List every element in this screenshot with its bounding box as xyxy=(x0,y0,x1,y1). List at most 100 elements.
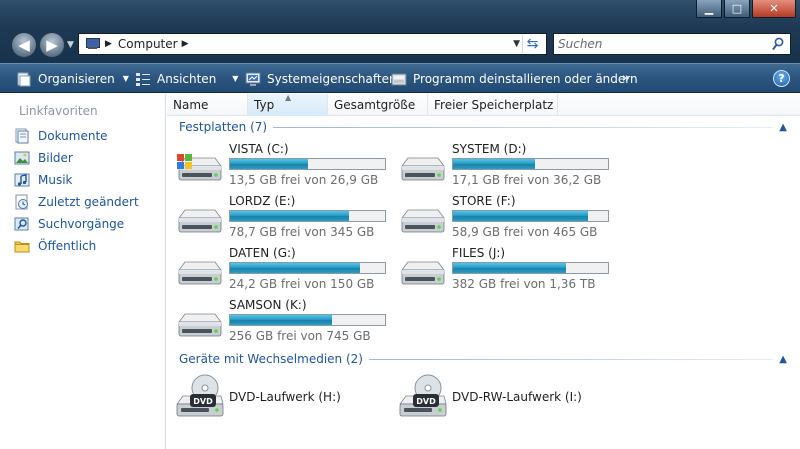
drive-item[interactable]: SYSTEM (D:) 17,1 GB frei von 36,2 GB xyxy=(390,142,609,192)
chevron-down-icon: ▼ xyxy=(122,74,129,83)
recent-icon xyxy=(14,194,30,210)
sort-ascending-icon: ▲ xyxy=(285,93,292,102)
breadcrumb-chevron-icon[interactable]: ▶ xyxy=(105,39,112,49)
dvd-badge: DVD xyxy=(193,397,213,406)
computer-icon xyxy=(85,38,101,50)
drive-item[interactable]: DATEN (G:) 24,2 GB frei von 150 GB xyxy=(167,246,386,296)
sidebar-item-music[interactable]: Musik xyxy=(14,172,73,188)
dvd-drive-icon: DVD xyxy=(398,374,448,420)
address-dropdown-icon[interactable]: ▼ xyxy=(513,39,520,49)
documents-icon xyxy=(14,128,30,144)
drive-usage-bar xyxy=(452,158,609,170)
address-bar[interactable]: ▶ Computer ▶ ▼ ⇆ xyxy=(78,33,547,55)
drive-name: SAMSON (K:) xyxy=(229,298,307,312)
drive-name: DVD-Laufwerk (H:) xyxy=(229,390,341,404)
drive-usage-bar xyxy=(452,210,609,222)
group-title: Festplatten (7) xyxy=(179,120,268,134)
removable-drive-item[interactable]: DVD DVD-RW-Laufwerk (I:) xyxy=(390,374,604,420)
sidebar-item-label: Bilder xyxy=(38,151,73,165)
sidebar-item-pictures[interactable]: Bilder xyxy=(14,150,73,166)
refresh-icon[interactable]: ⇆ xyxy=(522,35,542,53)
uninstall-program-button[interactable]: Programm deinstallieren oder ändern xyxy=(391,64,638,93)
group-header-hard-disks[interactable]: Festplatten (7) ▲ xyxy=(179,120,791,134)
recent-pages-dropdown[interactable]: ▼ xyxy=(67,40,74,50)
drive-free-space: 256 GB frei von 745 GB xyxy=(229,329,371,343)
drive-item[interactable]: STORE (F:) 58,9 GB frei von 465 GB xyxy=(390,194,609,244)
drive-usage-bar xyxy=(229,314,386,326)
hard-disk-icon xyxy=(398,206,446,236)
drive-name: SYSTEM (D:) xyxy=(452,142,527,156)
uninstall-program-label: Programm deinstallieren oder ändern xyxy=(413,71,638,86)
drive-free-space: 17,1 GB frei von 36,2 GB xyxy=(452,173,602,187)
minimize-button[interactable]: ▁ xyxy=(696,0,722,18)
column-headers: Name Typ Gesamtgröße Freier Speicherplat… xyxy=(167,93,800,116)
sidebar-item-label: Musik xyxy=(38,173,73,187)
drive-free-space: 24,2 GB frei von 150 GB xyxy=(229,277,375,291)
drive-name: DATEN (G:) xyxy=(229,246,296,260)
column-header-name[interactable]: Name xyxy=(167,94,248,116)
group-header-removable[interactable]: Geräte mit Wechselmedien (2) ▲ xyxy=(179,352,791,366)
searches-icon xyxy=(14,216,30,232)
search-box[interactable] xyxy=(553,33,791,55)
search-input[interactable] xyxy=(558,37,758,51)
drive-usage-fill xyxy=(453,263,567,273)
collapse-group-icon[interactable]: ▲ xyxy=(779,354,787,365)
help-icon[interactable]: ? xyxy=(773,70,790,87)
drive-item[interactable]: LORDZ (E:) 78,7 GB frei von 345 GB xyxy=(167,194,386,244)
drive-usage-fill xyxy=(453,211,588,221)
chevron-down-icon: ▼ xyxy=(232,74,239,83)
command-bar: Organisieren ▼ Ansichten ▼ Systemeigensc… xyxy=(0,63,800,93)
dvd-badge: DVD xyxy=(416,397,436,406)
public-folder-icon xyxy=(14,238,30,254)
sidebar-item-searches[interactable]: Suchvorgänge xyxy=(14,216,124,232)
system-properties-button[interactable]: Systemeigenschaften xyxy=(245,64,397,93)
drive-item[interactable]: SAMSON (K:) 256 GB frei von 745 GB xyxy=(167,298,386,348)
maximize-button[interactable]: □ xyxy=(724,0,750,18)
pictures-icon xyxy=(14,150,30,166)
sidebar-item-label: Zuletzt geändert xyxy=(38,195,139,209)
drive-name: LORDZ (E:) xyxy=(229,194,296,208)
back-button[interactable]: ◀ xyxy=(11,32,37,58)
dvd-drive-icon: DVD xyxy=(175,374,225,420)
drive-item[interactable]: FILES (J:) 382 GB frei von 1,36 TB xyxy=(390,246,609,296)
window-buttons: ▁ □ ✕ xyxy=(696,0,796,18)
sidebar-item-public[interactable]: Öffentlich xyxy=(14,238,96,254)
drive-name: FILES (J:) xyxy=(452,246,506,260)
hard-disk-icon xyxy=(398,154,446,184)
forward-button[interactable]: ▶ xyxy=(39,32,65,58)
drive-name: DVD-RW-Laufwerk (I:) xyxy=(452,390,582,404)
hard-disk-icon xyxy=(175,258,223,288)
search-icon[interactable] xyxy=(772,37,784,51)
drive-usage-bar xyxy=(452,262,609,274)
drive-free-space: 13,5 GB frei von 26,9 GB xyxy=(229,173,379,187)
group-title: Geräte mit Wechselmedien (2) xyxy=(179,352,363,366)
group-divider xyxy=(273,126,774,128)
column-header-total-size[interactable]: Gesamtgröße xyxy=(328,94,428,116)
organize-button[interactable]: Organisieren ▼ xyxy=(16,64,129,93)
hard-disk-icon xyxy=(175,154,223,184)
close-button[interactable]: ✕ xyxy=(752,0,796,18)
breadcrumb-computer[interactable]: Computer xyxy=(118,37,178,51)
hard-disk-icon xyxy=(175,310,223,340)
views-button[interactable]: Ansichten ▼ xyxy=(135,64,238,93)
more-commands-button[interactable]: » xyxy=(622,64,630,93)
drive-free-space: 382 GB frei von 1,36 TB xyxy=(452,277,596,291)
drive-usage-fill xyxy=(230,263,361,273)
collapse-group-icon[interactable]: ▲ xyxy=(779,122,787,133)
drive-item[interactable]: VISTA (C:) 13,5 GB frei von 26,9 GB xyxy=(167,142,386,192)
sidebar-item-recent[interactable]: Zuletzt geändert xyxy=(14,194,139,210)
drive-free-space: 58,9 GB frei von 465 GB xyxy=(452,225,598,239)
drive-usage-fill xyxy=(230,315,333,325)
sidebar-item-documents[interactable]: Dokumente xyxy=(14,128,108,144)
sidebar-item-label: Öffentlich xyxy=(38,239,97,253)
column-header-free-space[interactable]: Freier Speicherplatz xyxy=(428,94,558,116)
drive-usage-fill xyxy=(453,159,536,169)
favorite-links-heading: Linkfavoriten xyxy=(19,104,98,118)
hard-disk-icon xyxy=(398,258,446,288)
drive-usage-fill xyxy=(230,211,350,221)
hard-disk-icon xyxy=(175,206,223,236)
removable-drive-item[interactable]: DVD DVD-Laufwerk (H:) xyxy=(167,374,381,420)
breadcrumb-chevron-icon[interactable]: ▶ xyxy=(182,39,189,49)
organize-icon xyxy=(16,71,32,87)
sidebar-item-label: Dokumente xyxy=(38,129,108,143)
